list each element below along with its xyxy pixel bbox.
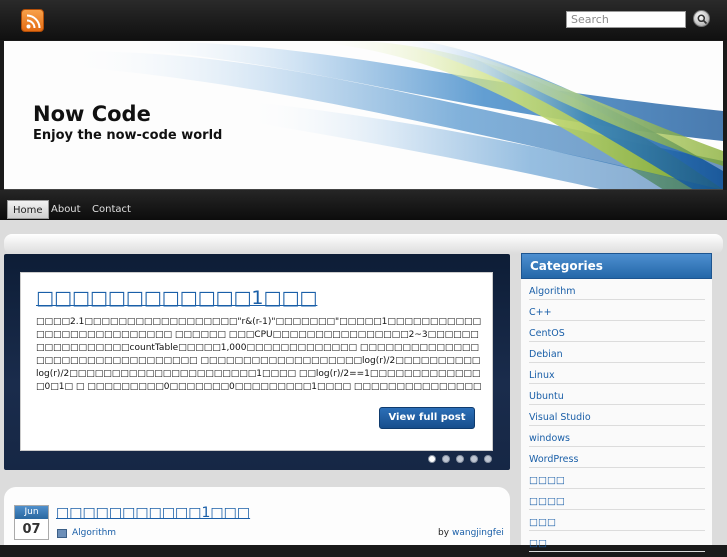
category-link[interactable]: □□ xyxy=(529,531,705,552)
content-top-strip xyxy=(4,234,723,254)
site-title[interactable]: Now Code xyxy=(33,102,151,126)
search-input[interactable] xyxy=(566,11,686,28)
post-author-prefix: by xyxy=(438,528,450,538)
category-link[interactable]: Debian xyxy=(529,342,705,363)
category-link[interactable]: □□□ xyxy=(529,510,705,531)
slide-card: □□□□□□□□□□□□1□□□ □□□□2.1□□□□□□□□□□□□□□□□… xyxy=(20,272,493,451)
post-author-link[interactable]: wangjingfei xyxy=(452,528,504,538)
slider-dot[interactable] xyxy=(456,455,464,463)
post-title[interactable]: □□□□□□□□□□□1□□□ xyxy=(56,505,250,521)
category-link[interactable]: WordPress xyxy=(529,447,705,468)
site-tagline: Enjoy the now-code world xyxy=(33,128,223,143)
post-entry: Jun 07 □□□□□□□□□□□1□□□ Algorithm by wang… xyxy=(4,487,510,545)
slider-dot[interactable] xyxy=(484,455,492,463)
category-link[interactable]: □□□□ xyxy=(529,468,705,489)
categories-list: Algorithm C++ CentOS Debian Linux Ubuntu… xyxy=(521,279,712,552)
slider-dot[interactable] xyxy=(428,455,436,463)
top-bar xyxy=(0,0,727,40)
category-link[interactable]: Algorithm xyxy=(529,279,705,300)
post-date-day: 07 xyxy=(22,522,41,537)
folder-icon xyxy=(57,529,67,538)
slide-excerpt: □□□□2.1□□□□□□□□□□□□□□□□□□"r&(r-1)"□□□□□□… xyxy=(36,317,482,392)
categories-heading: Categories xyxy=(521,253,712,279)
sidebar: Categories Algorithm C++ CentOS Debian L… xyxy=(521,253,712,552)
slide-title[interactable]: □□□□□□□□□□□□1□□□ xyxy=(36,287,317,309)
search-button[interactable] xyxy=(693,10,710,27)
nav-home[interactable]: Home xyxy=(7,200,49,219)
category-link[interactable]: Visual Studio xyxy=(529,405,705,426)
slider-dot[interactable] xyxy=(470,455,478,463)
nav-contact[interactable]: Contact xyxy=(87,200,136,219)
post-date-month: Jun xyxy=(15,506,48,519)
main-nav: Home About Contact xyxy=(0,190,727,220)
slider-dot[interactable] xyxy=(442,455,450,463)
category-link[interactable]: CentOS xyxy=(529,321,705,342)
rss-icon-glyph xyxy=(26,14,41,29)
category-link[interactable]: □□□□ xyxy=(529,489,705,510)
search-icon xyxy=(697,14,708,25)
post-date-badge: Jun 07 xyxy=(14,505,49,540)
featured-slider: □□□□□□□□□□□□1□□□ □□□□2.1□□□□□□□□□□□□□□□□… xyxy=(4,254,510,470)
category-link[interactable]: C++ xyxy=(529,300,705,321)
view-full-post-button[interactable]: View full post xyxy=(379,407,475,429)
post-category-link[interactable]: Algorithm xyxy=(72,528,116,538)
header-banner: Now Code Enjoy the now-code world xyxy=(4,41,723,190)
category-link[interactable]: windows xyxy=(529,426,705,447)
category-link[interactable]: Linux xyxy=(529,363,705,384)
nav-about[interactable]: About xyxy=(46,200,86,219)
category-link[interactable]: Ubuntu xyxy=(529,384,705,405)
rss-icon[interactable] xyxy=(21,9,44,32)
